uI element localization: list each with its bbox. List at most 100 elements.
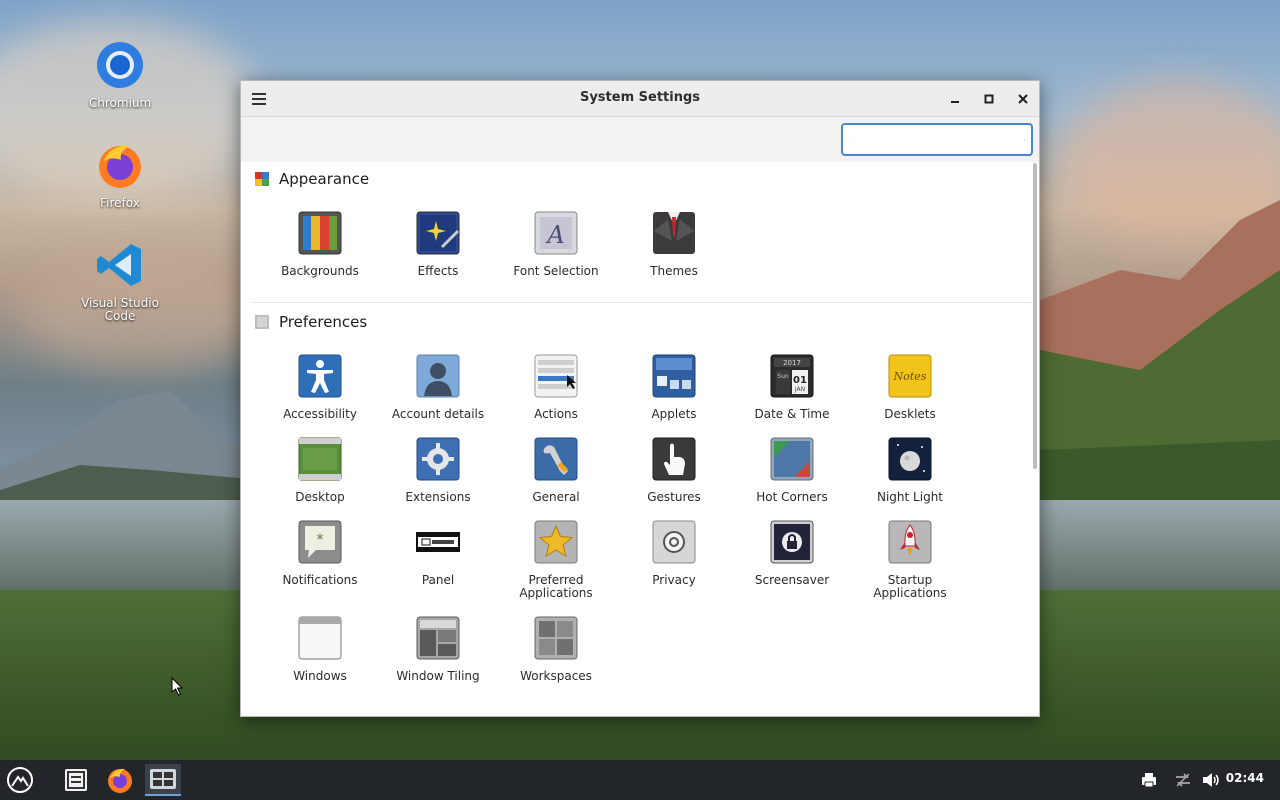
settings-item-privacy[interactable]: Privacy [615, 520, 733, 587]
mountain-left [0, 390, 260, 520]
desklets-icon: Notes [888, 354, 932, 398]
settings-item-label: Startup Applications [873, 573, 947, 600]
settings-item-label: Font Selection [513, 264, 599, 278]
maximize-button[interactable] [979, 89, 999, 109]
minimize-icon [951, 101, 959, 103]
clock[interactable]: 02:44 [1226, 771, 1264, 785]
settings-item-label: Date & Time [754, 407, 830, 421]
search-icon [849, 139, 850, 140]
svg-text:*: * [317, 532, 324, 548]
settings-item-label: Desklets [884, 407, 936, 421]
settings-item-label: Night Light [877, 490, 943, 504]
settings-item-label: Actions [534, 407, 578, 421]
settings-item-panel[interactable]: Panel [379, 520, 497, 587]
svg-text:Notes: Notes [893, 370, 927, 383]
settings-item-accessibility[interactable]: Accessibility [261, 354, 379, 421]
section-title: Appearance [279, 170, 370, 188]
system-settings-window: System Settings Appearance Backgrounds E… [240, 80, 1040, 717]
settings-item-gestures[interactable]: Gestures [615, 437, 733, 504]
close-button[interactable] [1013, 89, 1033, 109]
firefox-icon [108, 768, 132, 793]
firefox-icon [99, 145, 141, 188]
settings-item-label: Panel [421, 573, 455, 587]
search-input[interactable] [854, 126, 1025, 153]
settings-item-label: Workspaces [520, 669, 592, 683]
settings-item-desklets[interactable]: Notes Desklets [851, 354, 969, 421]
settings-item-label: Hot Corners [756, 490, 828, 504]
settings-item-night-light[interactable]: Night Light [851, 437, 969, 504]
taskbar: 02:44 [0, 760, 1280, 800]
settings-item-label: Effects [417, 264, 459, 278]
svg-text:2017: 2017 [783, 359, 801, 367]
settings-item-effects[interactable]: Effects [379, 211, 497, 278]
desktop-icon-chromium[interactable]: Chromium [75, 40, 165, 110]
desktop-icon [298, 437, 342, 481]
firefox-taskbar-button[interactable] [102, 764, 138, 796]
scrollbar[interactable] [1033, 163, 1037, 469]
settings-item-hot-corners[interactable]: Hot Corners [733, 437, 851, 504]
settings-item-actions[interactable]: Actions [497, 354, 615, 421]
mountain-right [1040, 200, 1280, 520]
settings-item-label: Desktop [295, 490, 345, 504]
settings-item-label: Backgrounds [281, 264, 359, 278]
settings-item-font-selection[interactable]: A Font Selection [497, 211, 615, 278]
start-menu-button[interactable] [2, 764, 38, 796]
titlebar[interactable]: System Settings [241, 81, 1039, 117]
effects-icon [416, 211, 460, 255]
notifications-icon: * [298, 520, 342, 564]
network-icon[interactable] [1173, 770, 1193, 790]
settings-item-label: Applets [651, 407, 697, 421]
desktop-icon-firefox[interactable]: Firefox [75, 140, 165, 210]
settings-item-label: Window Tiling [396, 669, 480, 683]
preferred-applications-icon [534, 520, 578, 564]
settings-item-label: Extensions [405, 490, 471, 504]
clear-search-icon[interactable] [1024, 134, 1025, 146]
screensaver-icon [770, 520, 814, 564]
night-light-icon [888, 437, 932, 481]
settings-item-label: Notifications [282, 573, 358, 587]
system-settings-icon [150, 769, 176, 789]
settings-item-preferred-applications[interactable]: Preferred Applications [497, 520, 615, 600]
section-preferences: Preferences [255, 313, 367, 331]
system-settings-taskbar-button[interactable] [145, 764, 181, 796]
settings-item-desktop[interactable]: Desktop [261, 437, 379, 504]
settings-item-date-time[interactable]: 2017 Sun 01 JAN Date & Time [733, 354, 851, 421]
settings-item-windows[interactable]: Windows [261, 616, 379, 683]
themes-icon [653, 212, 695, 254]
accessibility-icon [298, 354, 342, 398]
settings-item-label: Themes [650, 264, 698, 278]
settings-item-label: General [532, 490, 580, 504]
settings-item-label: Accessibility [283, 407, 357, 421]
desktop-icon-label: Firefox [100, 196, 140, 210]
volume-icon[interactable] [1201, 770, 1221, 790]
settings-item-applets[interactable]: Applets [615, 354, 733, 421]
settings-item-window-tiling[interactable]: Window Tiling [379, 616, 497, 683]
appearance-section-icon [255, 172, 269, 186]
settings-item-screensaver[interactable]: Screensaver [733, 520, 851, 587]
toolbar [241, 117, 1039, 162]
workspaces-icon [534, 616, 578, 660]
settings-item-general[interactable]: General [497, 437, 615, 504]
settings-item-label: Windows [293, 669, 347, 683]
settings-item-themes[interactable]: Themes [615, 211, 733, 278]
account-details-icon [416, 354, 460, 398]
settings-item-notifications[interactable]: * Notifications [261, 520, 379, 587]
printer-icon[interactable] [1139, 770, 1159, 790]
menu-icon [7, 767, 33, 793]
settings-item-startup-applications[interactable]: Startup Applications [851, 520, 969, 600]
minimize-button[interactable] [945, 89, 965, 109]
startup-applications-icon [888, 520, 932, 564]
hot-corners-icon [770, 437, 814, 481]
actions-icon [534, 354, 578, 398]
settings-item-backgrounds[interactable]: Backgrounds [261, 211, 379, 278]
settings-item-label: Screensaver [754, 573, 830, 587]
file-manager-button[interactable] [58, 764, 94, 796]
font-selection-icon: A [534, 211, 578, 255]
settings-item-extensions[interactable]: Extensions [379, 437, 497, 504]
window-tiling-icon [416, 616, 460, 660]
settings-item-account-details[interactable]: Account details [379, 354, 497, 421]
settings-item-workspaces[interactable]: Workspaces [497, 616, 615, 683]
general-icon [534, 437, 578, 481]
search-box[interactable] [841, 123, 1033, 156]
desktop-icon-vscode[interactable]: Visual Studio Code [75, 240, 165, 323]
